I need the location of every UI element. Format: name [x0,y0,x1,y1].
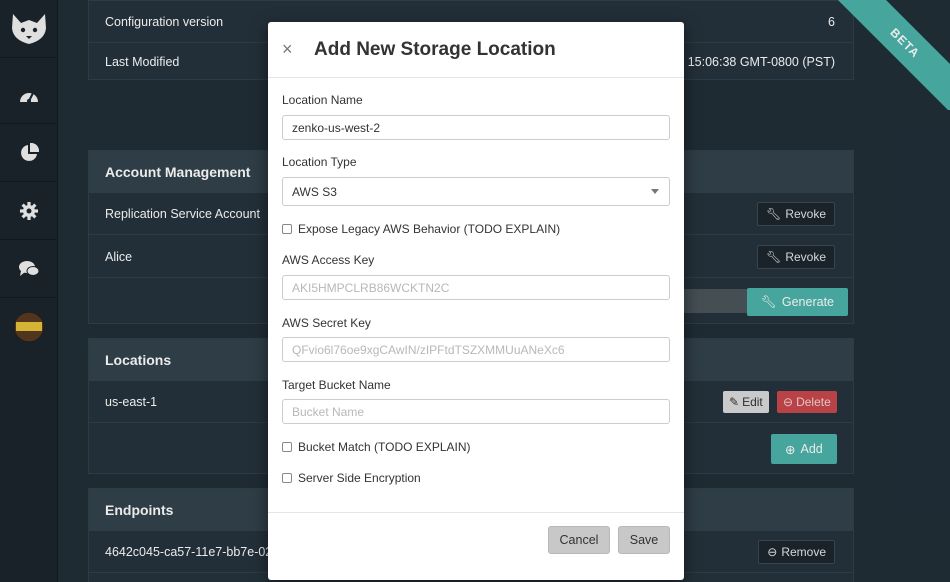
cancel-button[interactable]: Cancel [548,526,610,554]
close-icon[interactable]: × [282,39,304,60]
modal-title: Add New Storage Location [314,38,556,60]
bucket-match-label: Bucket Match (TODO EXPLAIN) [298,440,471,454]
location-type-select[interactable]: AWS S3 [282,177,670,206]
bucket-name-input[interactable]: Bucket Name [282,399,670,424]
sse-checkbox-row[interactable]: Server Side Encryption [282,471,421,485]
access-key-input[interactable]: AKI5HMPCLRB86WCKTN2C [282,275,670,300]
bucket-name-label: Target Bucket Name [282,378,391,392]
modal-header: × Add New Storage Location [268,22,684,78]
sse-label: Server Side Encryption [298,471,421,485]
location-name-label: Location Name [282,93,363,107]
expose-legacy-checkbox[interactable] [282,224,292,234]
add-storage-location-modal: × Add New Storage Location Location Name… [268,22,684,580]
expose-legacy-checkbox-row[interactable]: Expose Legacy AWS Behavior (TODO EXPLAIN… [282,222,560,236]
chevron-down-icon [651,189,659,194]
bucket-match-checkbox[interactable] [282,442,292,452]
secret-key-label: AWS Secret Key [282,316,371,330]
secret-key-input[interactable]: QFvio6l76oe9xgCAwIN/zIPFtdTSZXMMUuANeXc6 [282,337,670,362]
location-type-label: Location Type [282,155,357,169]
expose-legacy-label: Expose Legacy AWS Behavior (TODO EXPLAIN… [298,222,561,236]
sse-checkbox[interactable] [282,473,292,483]
bucket-match-checkbox-row[interactable]: Bucket Match (TODO EXPLAIN) [282,440,471,454]
save-button[interactable]: Save [618,526,670,554]
modal-footer-divider [268,512,684,513]
location-name-input[interactable]: zenko-us-west-2 [282,115,670,140]
access-key-label: AWS Access Key [282,253,375,267]
location-type-value: AWS S3 [292,184,337,199]
